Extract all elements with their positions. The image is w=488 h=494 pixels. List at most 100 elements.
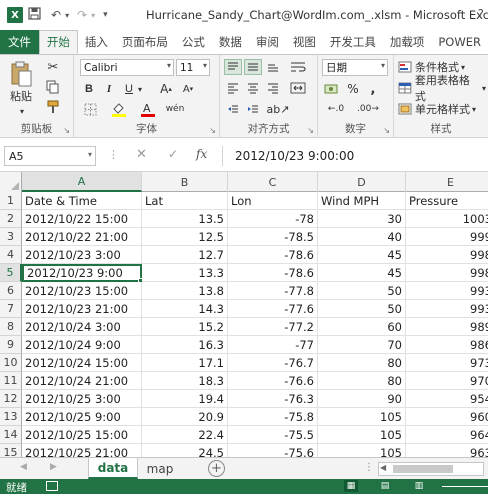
table-cell[interactable]: 989 [406, 318, 488, 336]
table-cell[interactable]: -77.8 [228, 282, 318, 300]
table-cell[interactable]: 105 [318, 408, 406, 426]
clipboard-launcher-icon[interactable]: ↘ [63, 126, 70, 135]
table-cell[interactable]: 16.3 [142, 336, 228, 354]
cell-styles-button[interactable]: 单元格样式 ▾ [398, 101, 486, 117]
table-cell[interactable]: 50 [318, 282, 406, 300]
copy-icon[interactable] [44, 79, 62, 95]
sheet-tab-data[interactable]: data [88, 458, 138, 479]
decrease-font-size-icon[interactable]: A ▾ [180, 81, 196, 97]
table-cell[interactable]: 60 [318, 318, 406, 336]
table-cell[interactable]: Wind MPH [318, 192, 406, 210]
table-cell[interactable]: 2012/10/25 15:00 [22, 426, 142, 444]
table-cell[interactable]: 20.9 [142, 408, 228, 426]
format-as-table-button[interactable]: 套用表格格式 ▾ [398, 74, 486, 103]
number-launcher-icon[interactable]: ↘ [383, 126, 390, 135]
table-cell[interactable]: 45 [318, 246, 406, 264]
format-painter-icon[interactable] [44, 99, 62, 115]
undo-icon[interactable]: ↶ [51, 8, 61, 22]
page-break-preview-icon[interactable]: ▥ [412, 480, 426, 492]
tab-developer[interactable]: 开发工具 [323, 30, 383, 54]
table-cell[interactable]: -78.6 [228, 246, 318, 264]
row-header[interactable]: 2 [0, 210, 22, 228]
tab-add-ins[interactable]: 加载项 [383, 30, 432, 54]
tab-review[interactable]: 审阅 [249, 30, 286, 54]
column-header-a[interactable]: A [22, 172, 142, 192]
table-cell[interactable]: 13.3 [142, 264, 228, 282]
text-orientation-icon[interactable]: ab↗ [266, 101, 290, 117]
table-cell[interactable]: 999 [406, 228, 488, 246]
worksheet-grid[interactable]: A B C D E 1 Date & Time Lat Lon Wind MPH Pressure 2… [0, 172, 488, 457]
table-cell[interactable]: Date & Time [22, 192, 142, 210]
tab-insert[interactable]: 插入 [78, 30, 115, 54]
font-name-combo[interactable]: Calibri ▾ [80, 59, 174, 76]
italic-button[interactable]: I [102, 81, 116, 97]
table-cell[interactable]: 105 [318, 444, 406, 457]
table-cell[interactable]: 2012/10/23 15:00 [22, 282, 142, 300]
scroll-left-icon[interactable]: ◀ [380, 463, 386, 472]
align-middle-icon[interactable] [244, 59, 262, 75]
table-cell[interactable]: 2012/10/24 21:00 [22, 372, 142, 390]
formula-input[interactable]: 2012/10/23 9:00:00 [222, 146, 488, 166]
table-cell[interactable]: 45 [318, 264, 406, 282]
align-bottom-icon[interactable] [264, 59, 282, 75]
table-cell[interactable]: Lon [228, 192, 318, 210]
row-header[interactable]: 5 [0, 264, 22, 282]
row-header[interactable]: 11 [0, 372, 22, 390]
table-cell[interactable]: 2012/10/22 15:00 [22, 210, 142, 228]
row-header[interactable]: 4 [0, 246, 22, 264]
underline-button[interactable]: U [122, 81, 136, 97]
bold-button[interactable]: B [82, 81, 96, 97]
table-cell[interactable]: 973 [406, 354, 488, 372]
table-cell[interactable]: 2012/10/24 15:00 [22, 354, 142, 372]
align-center-icon[interactable] [244, 80, 262, 96]
align-top-icon[interactable] [224, 59, 242, 75]
table-cell[interactable]: 970 [406, 372, 488, 390]
decrease-decimal-icon[interactable]: .00→ [354, 101, 382, 117]
tab-view[interactable]: 视图 [286, 30, 323, 54]
tab-file[interactable]: 文件 [0, 30, 39, 54]
help-icon[interactable]: ? [478, 7, 484, 21]
tab-page-layout[interactable]: 页面布局 [115, 30, 175, 54]
table-cell[interactable]: 954 [406, 390, 488, 408]
tab-power[interactable]: POWER [431, 30, 488, 54]
table-cell[interactable]: 22.4 [142, 426, 228, 444]
table-cell[interactable]: 80 [318, 354, 406, 372]
table-cell[interactable]: 70 [318, 336, 406, 354]
row-header[interactable]: 7 [0, 300, 22, 318]
table-cell[interactable]: 13.8 [142, 282, 228, 300]
font-launcher-icon[interactable]: ↘ [209, 126, 216, 135]
table-cell[interactable]: 40 [318, 228, 406, 246]
table-cell[interactable]: 14.3 [142, 300, 228, 318]
name-box[interactable]: A5 ▾ [4, 146, 96, 166]
row-header[interactable]: 15 [0, 444, 22, 457]
increase-decimal-icon[interactable]: ←.0 [322, 101, 350, 117]
sheet-tab-map[interactable]: map [140, 458, 180, 479]
table-cell[interactable]: 993 [406, 282, 488, 300]
table-cell[interactable]: 1003 [406, 210, 488, 228]
increase-font-size-icon[interactable]: A ▴ [158, 81, 174, 97]
tab-data[interactable]: 数据 [212, 30, 249, 54]
horizontal-scrollbar[interactable]: ◀ [378, 462, 484, 476]
table-cell[interactable]: 964 [406, 426, 488, 444]
macro-record-icon[interactable] [46, 481, 58, 491]
active-cell[interactable]: 2012/10/23 9:00 [22, 264, 142, 282]
table-cell[interactable]: 13.5 [142, 210, 228, 228]
table-cell[interactable]: 2012/10/25 3:00 [22, 390, 142, 408]
enter-icon[interactable]: ✓ [168, 147, 178, 161]
table-cell[interactable]: 80 [318, 372, 406, 390]
insert-function-icon[interactable]: fx [196, 147, 207, 161]
table-cell[interactable]: 19.4 [142, 390, 228, 408]
column-header-e[interactable]: E [406, 172, 488, 192]
row-header[interactable]: 9 [0, 336, 22, 354]
number-format-combo[interactable]: 日期 ▾ [322, 59, 388, 76]
tab-formulas[interactable]: 公式 [175, 30, 212, 54]
table-cell[interactable]: 17.1 [142, 354, 228, 372]
add-sheet-button[interactable]: + [208, 460, 225, 477]
table-cell[interactable]: 960 [406, 408, 488, 426]
previous-sheet-icon[interactable]: ◀ [20, 462, 27, 472]
table-cell[interactable]: 30 [318, 210, 406, 228]
align-left-icon[interactable] [224, 80, 242, 96]
table-cell[interactable]: 2012/10/23 21:00 [22, 300, 142, 318]
borders-icon[interactable] [82, 101, 98, 117]
table-cell[interactable]: 12.7 [142, 246, 228, 264]
